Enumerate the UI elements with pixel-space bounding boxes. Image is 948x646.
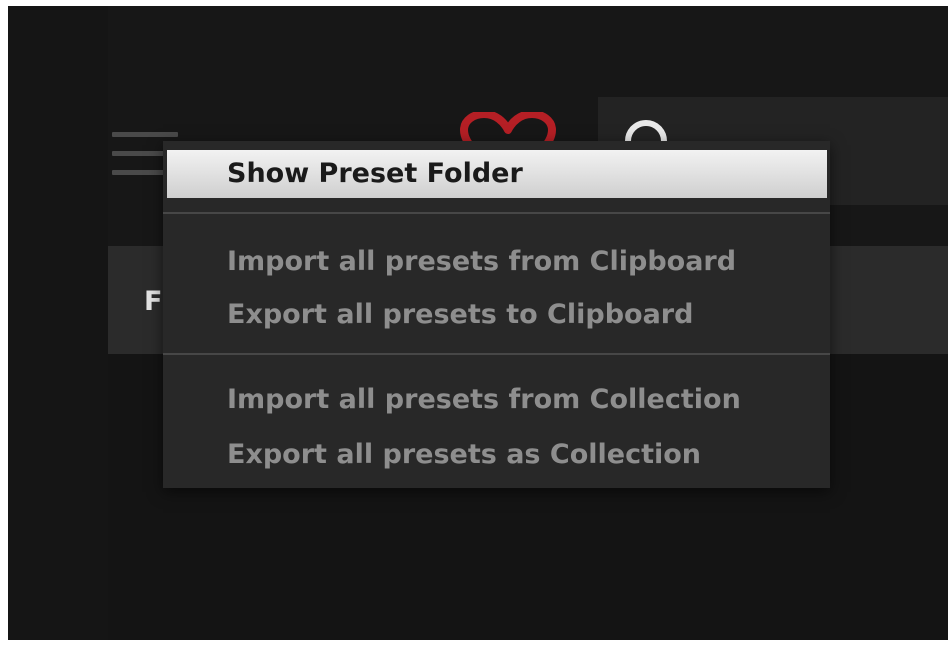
context-menu: Show Preset Folder Import all presets fr… — [163, 141, 830, 488]
menu-separator — [163, 353, 830, 355]
hamburger-icon — [112, 132, 178, 137]
hamburger-icon-bar — [112, 151, 164, 156]
presets-header-label: F — [144, 286, 163, 317]
menu-item-export-clipboard[interactable]: Export all presets to Clipboard — [163, 291, 830, 339]
left-panel — [8, 6, 108, 640]
menu-item-export-collection[interactable]: Export all presets as Collection — [163, 431, 830, 479]
menu-separator — [163, 212, 830, 214]
menu-item-import-collection[interactable]: Import all presets from Collection — [163, 376, 830, 424]
menu-item-show-preset-folder[interactable]: Show Preset Folder — [167, 150, 827, 198]
menu-item-import-clipboard[interactable]: Import all presets from Clipboard — [163, 238, 830, 286]
